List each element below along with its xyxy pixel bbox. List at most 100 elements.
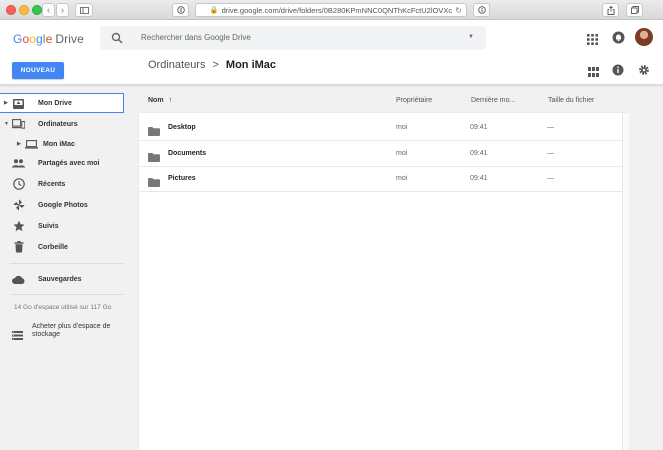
details-info-icon[interactable] xyxy=(612,63,624,81)
table-row[interactable]: Desktop moi 09:41 — xyxy=(139,115,626,141)
file-modified: 09:41 xyxy=(470,150,488,157)
forward-icon[interactable]: › xyxy=(56,3,69,17)
pinwheel-icon xyxy=(12,199,25,211)
minimize-window-button[interactable] xyxy=(19,5,29,15)
sidebar-item-label: Mon iMac xyxy=(43,140,75,148)
column-header-size[interactable]: Taille du fichier xyxy=(548,97,594,104)
breadcrumb: Ordinateurs > Mon iMac xyxy=(148,59,276,71)
file-modified: 09:41 xyxy=(470,124,488,131)
logo-letter: o xyxy=(29,32,36,46)
file-size: — xyxy=(547,150,554,157)
sidebar-item-label: Récents xyxy=(38,180,66,188)
privacy-report-icon[interactable] xyxy=(172,3,189,17)
folder-icon xyxy=(148,174,160,192)
apps-grid-icon[interactable] xyxy=(587,32,598,50)
search-icon[interactable] xyxy=(111,31,123,49)
my-drive-icon xyxy=(12,98,25,110)
storage-quota-text: 14 Go d'espace utilisé sur 117 Go xyxy=(14,304,112,311)
column-header-modified[interactable]: Dernière mo... xyxy=(471,97,515,104)
column-header-name-label: Nom xyxy=(148,97,164,104)
action-bar: NOUVEAU Ordinateurs > Mon iMac xyxy=(0,55,663,85)
notifications-icon[interactable] xyxy=(612,31,625,49)
sidebar-item-label: Sauvegardes xyxy=(38,275,82,283)
sort-arrow-up-icon[interactable]: ↑ xyxy=(169,97,173,104)
share-icon[interactable] xyxy=(602,3,619,17)
file-list-area: Nom ↑ Propriétaire Dernière mo... Taille… xyxy=(137,86,663,450)
file-size: — xyxy=(547,175,554,182)
url-text: drive.google.com/drive/folders/0B280KPmN… xyxy=(221,5,453,15)
sidebar-item-shared[interactable]: Partagés avec moi xyxy=(0,153,124,173)
close-window-button[interactable] xyxy=(6,5,16,15)
file-owner: moi xyxy=(396,175,408,182)
sidebar: ▶ Mon Drive ▼ Ordinateurs ▶ Mon iMac Par… xyxy=(0,86,137,450)
breadcrumb-current[interactable]: Mon iMac xyxy=(226,59,276,71)
back-icon[interactable]: ‹ xyxy=(42,3,55,17)
file-size: — xyxy=(547,124,554,131)
reload-icon[interactable]: ↻ xyxy=(455,6,462,15)
sidebar-divider xyxy=(10,294,124,295)
computers-icon xyxy=(12,118,25,130)
sidebar-item-label: Corbeille xyxy=(38,243,68,251)
logo-letter: g xyxy=(36,32,43,46)
search-input[interactable]: Rechercher dans Google Drive xyxy=(141,33,251,42)
file-name: Pictures xyxy=(168,175,196,182)
logo-letter: e xyxy=(45,32,53,46)
folder-icon xyxy=(148,123,160,141)
breadcrumb-parent[interactable]: Ordinateurs xyxy=(148,59,205,71)
clock-icon xyxy=(12,178,25,190)
tabs-overview-icon[interactable] xyxy=(626,3,643,17)
drive-header: Google Drive Rechercher dans Google Drive… xyxy=(0,20,663,55)
avatar[interactable] xyxy=(635,28,653,46)
buy-storage-link[interactable]: Acheter plus d'espace de stockage xyxy=(12,323,122,343)
sidebar-item-computers[interactable]: ▼ Ordinateurs xyxy=(0,114,124,134)
sidebar-item-my-drive[interactable]: ▶ Mon Drive xyxy=(0,93,124,113)
info-icon[interactable] xyxy=(473,3,490,17)
folder-icon xyxy=(148,149,160,167)
buy-storage-label: Acheter plus d'espace de stockage xyxy=(32,323,111,338)
sidebar-item-label: Ordinateurs xyxy=(38,120,78,128)
sidebar-item-mon-imac[interactable]: ▶ Mon iMac xyxy=(0,134,124,154)
sidebar-item-label: Partagés avec moi xyxy=(38,159,100,167)
file-modified: 09:41 xyxy=(470,175,488,182)
cloud-icon xyxy=(12,273,25,285)
settings-gear-icon[interactable] xyxy=(638,63,650,81)
table-row[interactable]: Documents moi 09:41 — xyxy=(139,141,626,167)
sidebar-item-label: Mon Drive xyxy=(38,99,72,107)
file-owner: moi xyxy=(396,124,408,131)
table-row[interactable]: Pictures moi 09:41 — xyxy=(139,166,626,192)
expand-arrow-icon[interactable]: ▶ xyxy=(17,141,21,147)
people-icon xyxy=(12,157,25,169)
sidebar-item-label: Suivis xyxy=(38,222,59,230)
file-name: Desktop xyxy=(168,124,196,131)
sidebar-item-label: Google Photos xyxy=(38,201,88,209)
browser-toolbar: ‹ › 🔒 drive.google.com/drive/folders/0B2… xyxy=(0,0,663,20)
search-bar[interactable]: Rechercher dans Google Drive ▼ xyxy=(100,26,486,50)
sidebar-divider xyxy=(10,263,124,264)
sidebar-item-starred[interactable]: Suivis xyxy=(0,216,124,236)
sidebar-item-google-photos[interactable]: Google Photos xyxy=(0,195,124,215)
zoom-window-button[interactable] xyxy=(32,5,42,15)
file-owner: moi xyxy=(396,150,408,157)
scrollbar[interactable] xyxy=(622,113,629,450)
file-name: Documents xyxy=(168,150,207,157)
trash-icon xyxy=(12,241,25,253)
google-drive-logo[interactable]: Google Drive xyxy=(13,32,84,46)
column-header-name[interactable]: Nom ↑ xyxy=(148,97,172,104)
sidebar-item-backups[interactable]: Sauvegardes xyxy=(0,269,124,289)
laptop-icon xyxy=(25,138,38,150)
new-button[interactable]: NOUVEAU xyxy=(12,62,64,79)
storage-list-icon xyxy=(12,327,23,345)
star-icon xyxy=(12,220,25,232)
expand-arrow-icon[interactable]: ▶ xyxy=(4,100,8,106)
sidebar-item-trash[interactable]: Corbeille xyxy=(0,237,124,257)
collapse-arrow-icon[interactable]: ▼ xyxy=(4,121,9,127)
logo-product: Drive xyxy=(55,32,84,46)
sidebar-item-recent[interactable]: Récents xyxy=(0,174,124,194)
sidebar-toggle-icon[interactable] xyxy=(75,3,93,17)
address-bar[interactable]: 🔒 drive.google.com/drive/folders/0B280KP… xyxy=(195,3,467,17)
grid-view-icon[interactable] xyxy=(588,64,599,82)
chevron-right-icon: > xyxy=(212,59,219,71)
search-options-icon[interactable]: ▼ xyxy=(468,34,474,40)
column-header-owner[interactable]: Propriétaire xyxy=(396,97,432,104)
lock-icon: 🔒 xyxy=(209,7,219,14)
